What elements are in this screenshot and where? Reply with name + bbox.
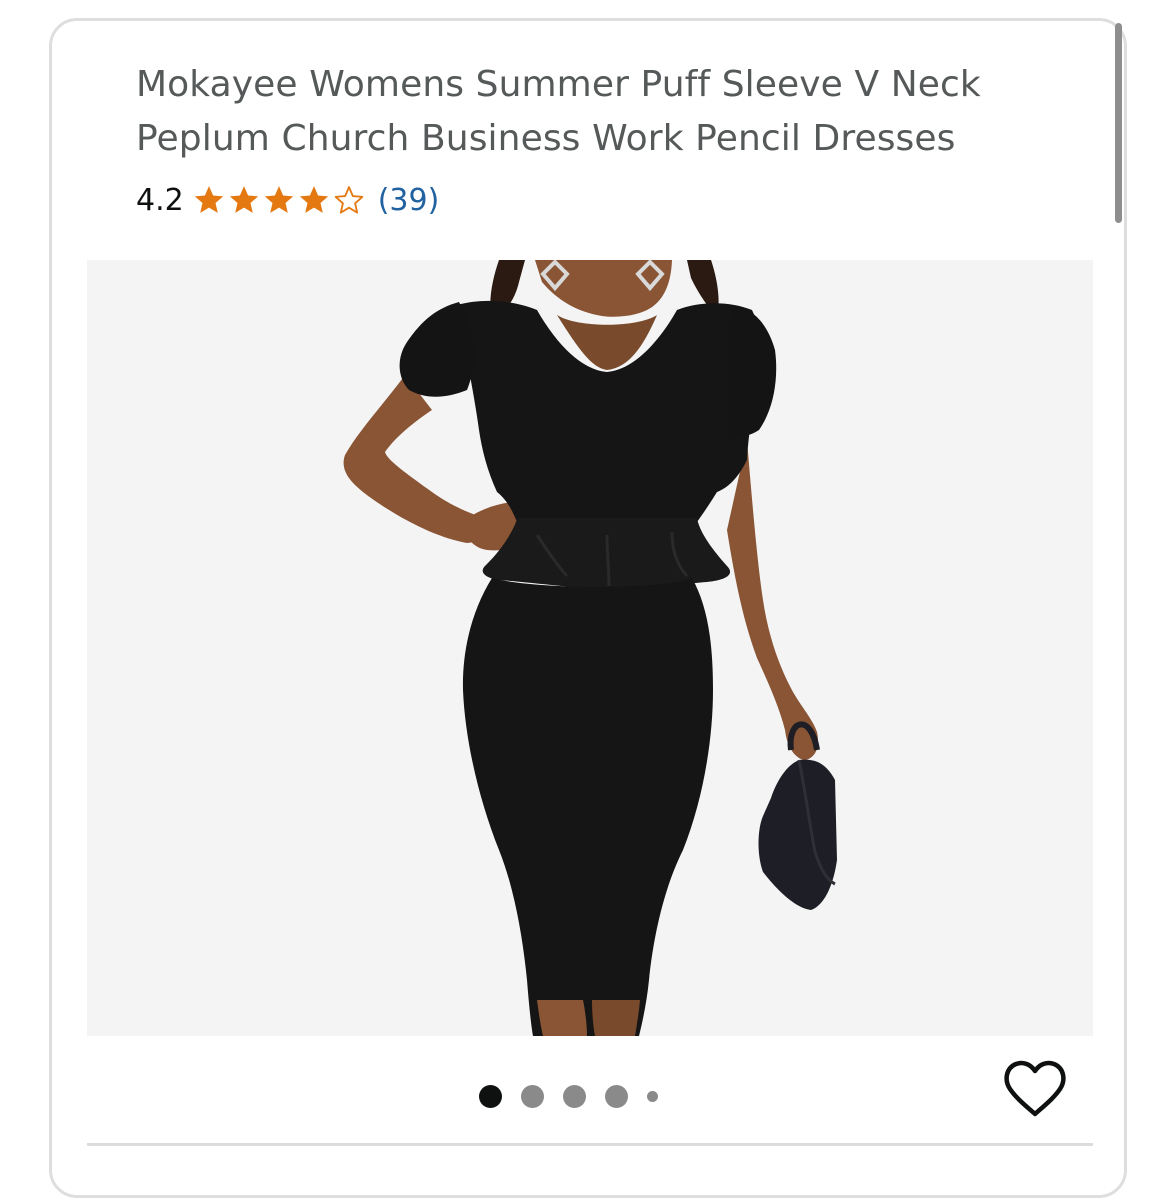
star-icon (229, 186, 258, 213)
carousel-indicator[interactable] (479, 1085, 677, 1108)
dress-illustration (343, 260, 837, 1036)
product-image[interactable] (87, 260, 1093, 1036)
carousel-dot[interactable] (605, 1085, 628, 1108)
scrollbar[interactable] (1115, 23, 1122, 223)
divider (87, 1143, 1093, 1146)
star-icon (299, 186, 328, 213)
rating-value: 4.2 (136, 182, 184, 218)
carousel-dot[interactable] (647, 1091, 658, 1102)
carousel-dot[interactable] (521, 1085, 544, 1108)
star-icon (194, 186, 223, 213)
star-rating (192, 183, 366, 217)
carousel-dot[interactable] (479, 1085, 502, 1108)
star-outline-icon (334, 186, 363, 214)
carousel-dot[interactable] (563, 1085, 586, 1108)
heart-icon[interactable] (1002, 1058, 1068, 1120)
rating-row[interactable]: 4.2 (39) (136, 178, 439, 222)
review-count-link[interactable]: (39) (378, 183, 440, 218)
product-title[interactable]: Mokayee Womens Summer Puff Sleeve V Neck… (136, 58, 1036, 166)
star-icon (264, 186, 293, 213)
